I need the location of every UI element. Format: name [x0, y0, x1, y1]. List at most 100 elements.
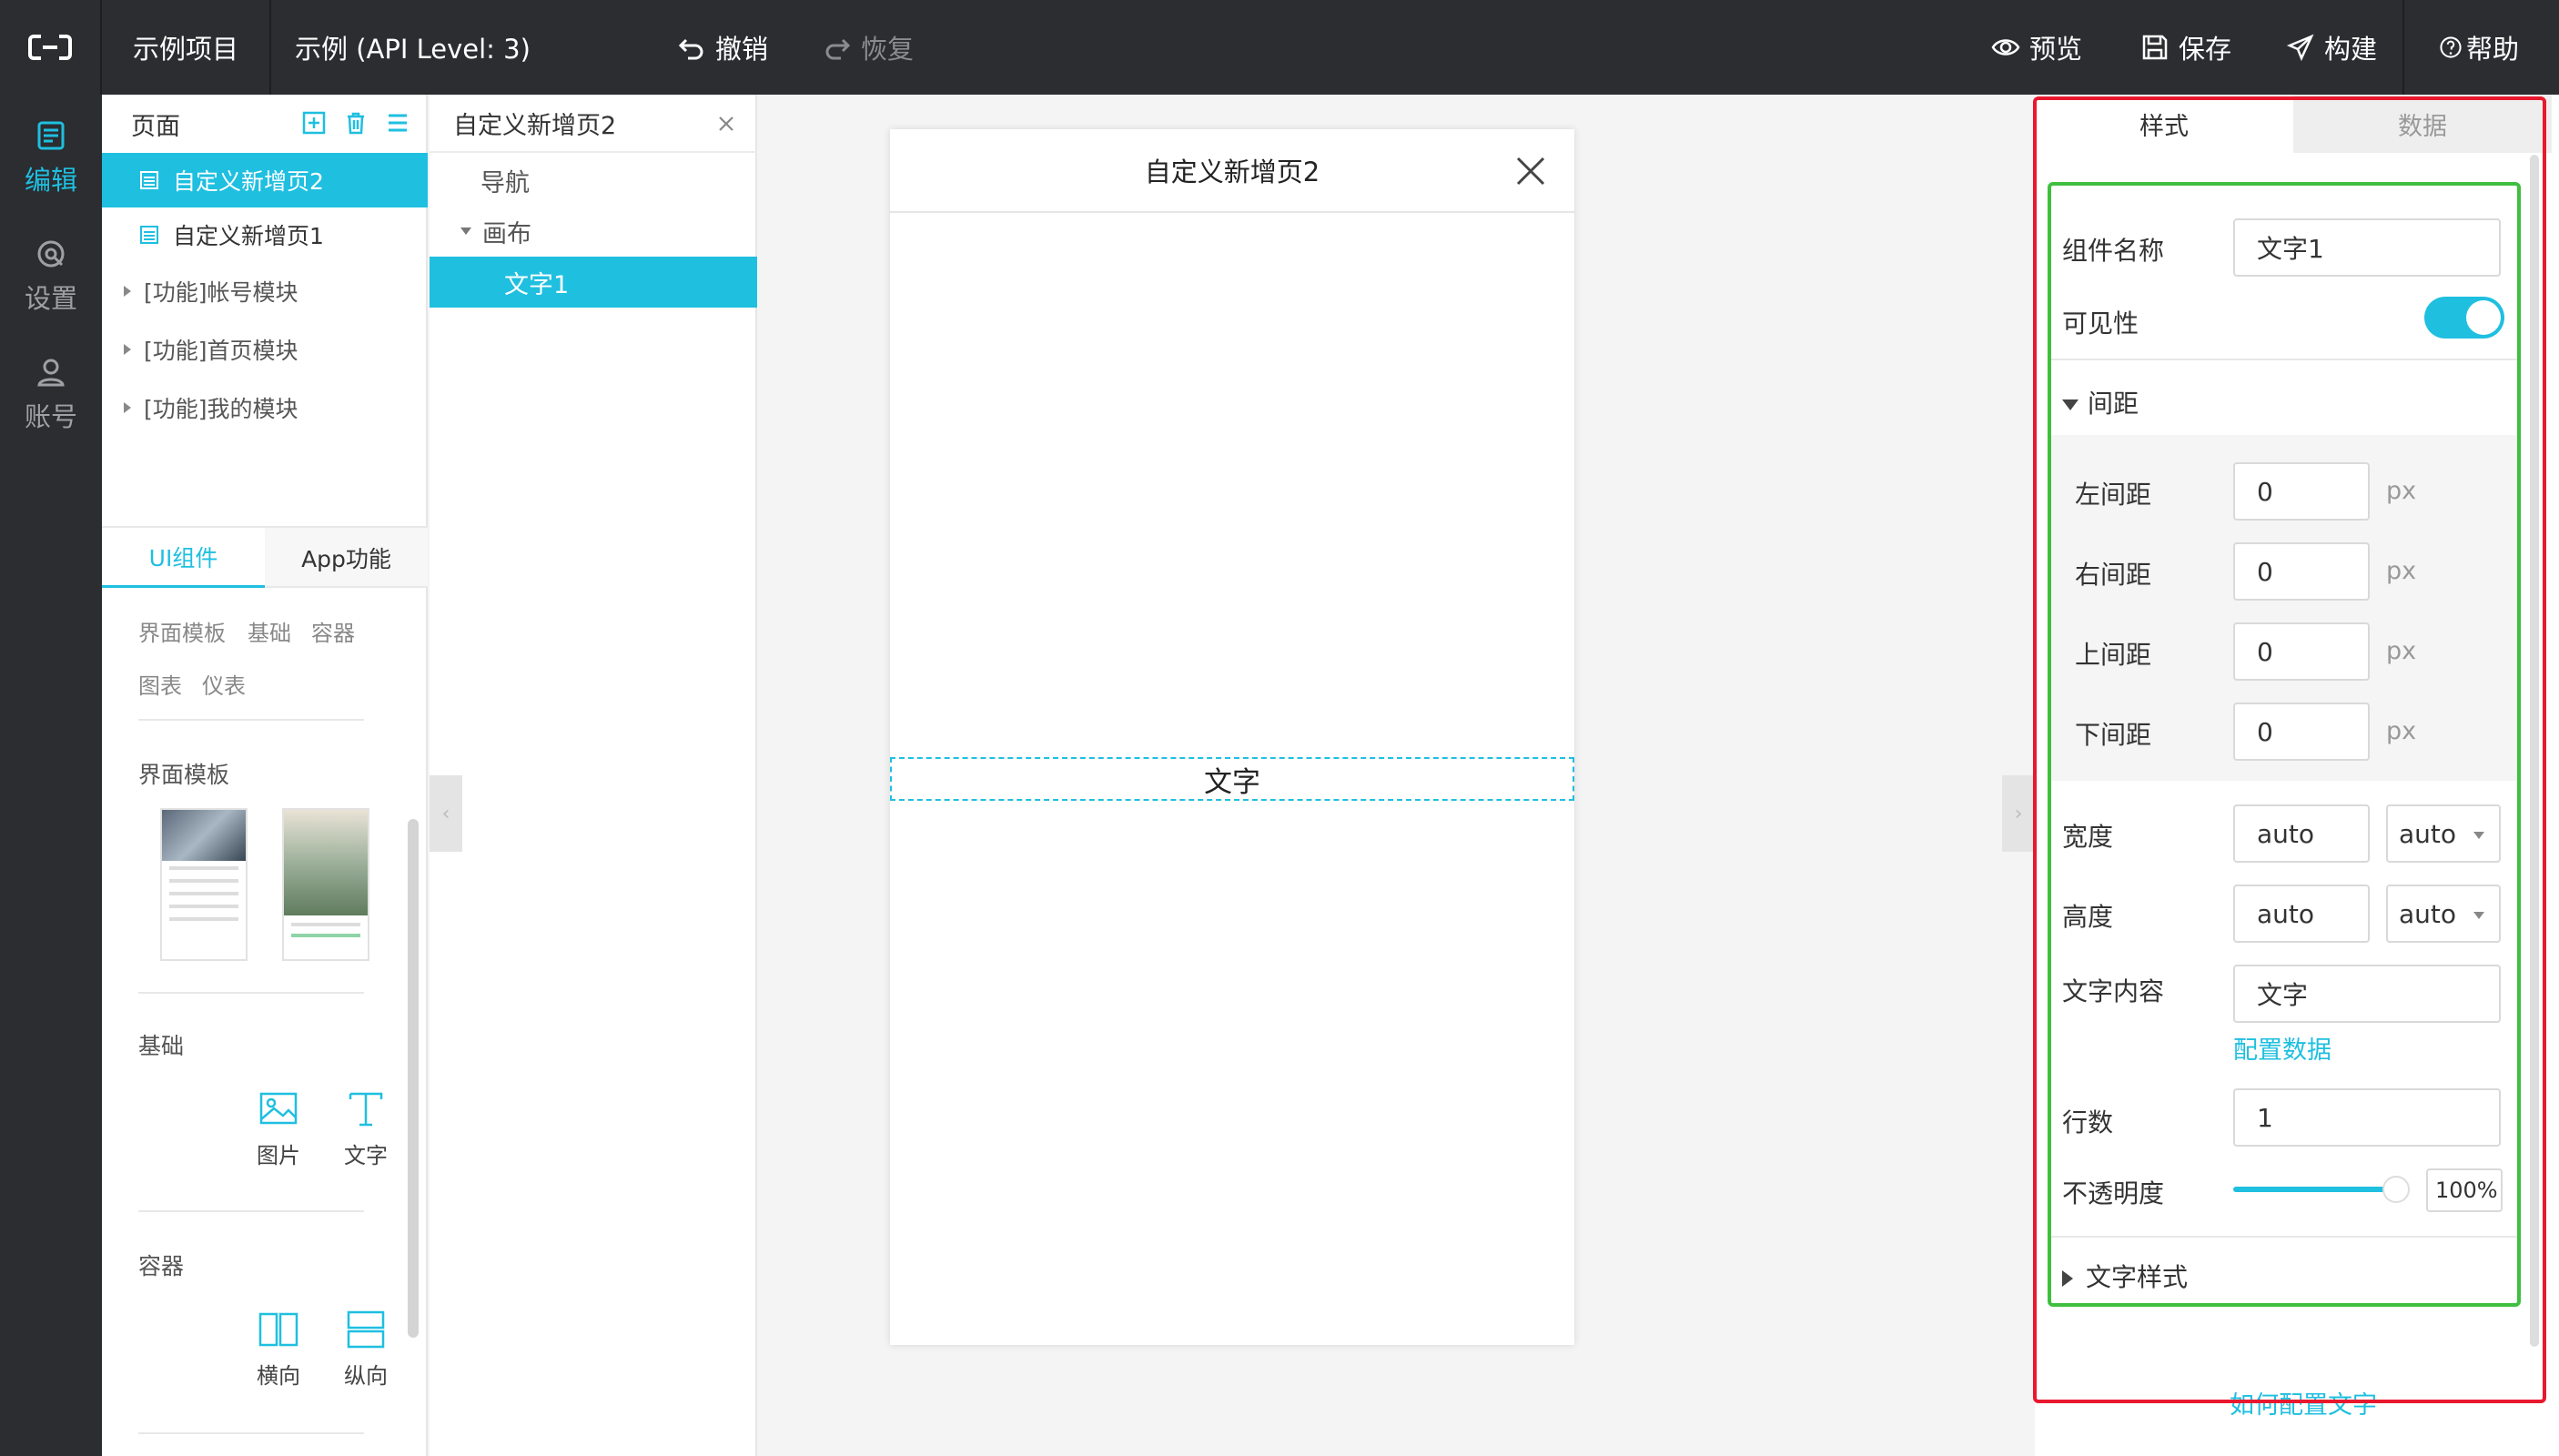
tool-label: 横向 — [257, 1363, 300, 1389]
outline-header: 自定义新增页2 — [430, 95, 757, 153]
rail-label-edit: 编辑 — [24, 165, 77, 196]
template-line — [169, 892, 238, 895]
rail-item-edit[interactable]: 编辑 — [0, 104, 102, 213]
template-line — [169, 879, 238, 883]
category-charts[interactable]: 图表 — [138, 668, 182, 700]
logo[interactable] — [0, 0, 102, 95]
tool-text[interactable]: 文字 — [333, 1088, 399, 1169]
category-gauges[interactable]: 仪表 — [202, 668, 246, 700]
close-icon[interactable] — [715, 113, 737, 135]
add-page-icon[interactable] — [302, 111, 326, 135]
user-icon — [37, 359, 65, 387]
redo-label: 恢复 — [861, 34, 915, 65]
pages-title: 页面 — [131, 112, 180, 141]
edit-icon — [37, 121, 65, 150]
highlight-box-green — [2048, 182, 2521, 1307]
tool-label: 图片 — [257, 1143, 300, 1168]
divider — [138, 1432, 364, 1434]
close-icon[interactable] — [1514, 155, 1547, 187]
send-icon — [2286, 34, 2314, 62]
canvas-header: 自定义新增页2 — [890, 129, 1574, 213]
expand-arrow-icon — [124, 286, 131, 297]
page-icon — [140, 171, 158, 189]
template-line — [291, 923, 360, 926]
page-item-selected[interactable]: 自定义新增页2 — [102, 153, 428, 207]
tab-app-features[interactable]: App功能 — [265, 528, 428, 588]
collapse-right-handle[interactable]: › — [2002, 775, 2035, 852]
module-item[interactable]: [功能]帐号模块 — [102, 264, 428, 318]
template-line — [169, 905, 238, 908]
component-tabs: UI组件 App功能 — [102, 526, 428, 588]
api-level: 示例 (API Level: 3) — [295, 34, 531, 65]
page-icon — [140, 226, 158, 244]
rail-item-account[interactable]: 账号 — [0, 340, 102, 450]
tab-ui-components[interactable]: UI组件 — [102, 528, 265, 588]
page-item[interactable]: 自定义新增页1 — [102, 207, 428, 262]
help-icon — [2440, 36, 2462, 58]
top-separator — [2402, 0, 2404, 95]
rail-label-account: 账号 — [24, 401, 77, 432]
category-templates[interactable]: 界面模板 — [138, 615, 226, 647]
collapse-left-handle[interactable]: ‹ — [430, 775, 462, 852]
template-line — [169, 866, 238, 870]
tool-image[interactable]: 图片 — [246, 1088, 311, 1169]
outline-title: 自定义新增页2 — [453, 111, 617, 140]
delete-page-icon[interactable] — [344, 111, 368, 135]
redo-button[interactable]: 恢复 — [823, 0, 914, 95]
vertical-layout-icon — [347, 1310, 385, 1349]
logo-icon — [28, 35, 72, 60]
category-container[interactable]: 容器 — [311, 615, 355, 647]
tool-label: 纵向 — [344, 1363, 388, 1389]
undo-icon — [678, 38, 703, 60]
section-container: 容器 — [138, 1253, 185, 1279]
template-thumbnail-2[interactable] — [282, 808, 369, 961]
top-bar: 示例项目 示例 (API Level: 3) 撤销 恢复 预览 保存 构建 帮助 — [0, 0, 2559, 95]
canvas-text-component[interactable]: 文字 — [890, 757, 1574, 801]
build-button[interactable]: 构建 — [2286, 0, 2377, 95]
text-icon — [349, 1092, 383, 1127]
tool-label: 文字 — [344, 1143, 388, 1168]
module-label: [功能]帐号模块 — [144, 279, 298, 306]
help-button[interactable]: 帮助 — [2439, 0, 2519, 95]
module-item[interactable]: [功能]首页模块 — [102, 322, 428, 377]
expand-arrow-icon — [124, 402, 131, 413]
undo-button[interactable]: 撤销 — [677, 0, 768, 95]
tool-horizontal[interactable]: 横向 — [246, 1309, 311, 1390]
section-templates: 界面模板 — [138, 762, 230, 788]
page-label: 自定义新增页1 — [173, 223, 324, 249]
tree-item-canvas[interactable]: 画布 — [430, 206, 757, 257]
template-line — [291, 934, 360, 937]
left-rail: 编辑 设置 账号 — [0, 95, 102, 1456]
redo-icon — [825, 38, 851, 60]
pages-header: 页面 — [102, 95, 428, 153]
template-image — [162, 810, 246, 861]
collapse-arrow-icon — [460, 228, 471, 235]
category-basic[interactable]: 基础 — [248, 615, 291, 647]
divider — [138, 1210, 364, 1212]
tree-item-text-selected[interactable]: 文字1 — [430, 257, 757, 308]
preview-label: 预览 — [2029, 34, 2083, 65]
app-root: 示例项目 示例 (API Level: 3) 撤销 恢复 预览 保存 构建 帮助 — [0, 0, 2559, 1456]
tree-item-nav[interactable]: 导航 — [430, 155, 757, 206]
settings-icon — [37, 240, 65, 268]
rail-label-settings: 设置 — [24, 283, 77, 314]
template-thumbnail-1[interactable] — [160, 808, 248, 961]
rail-item-settings[interactable]: 设置 — [0, 222, 102, 331]
project-name[interactable]: 示例项目 — [102, 0, 272, 95]
build-label: 构建 — [2324, 34, 2378, 65]
menu-icon[interactable] — [386, 111, 410, 135]
horizontal-layout-icon — [258, 1312, 298, 1347]
save-button[interactable]: 保存 — [2140, 0, 2231, 95]
outline-panel: 自定义新增页2 导航 画布 文字1 — [430, 95, 757, 1456]
section-basic: 基础 — [138, 1033, 185, 1059]
module-item[interactable]: [功能]我的模块 — [102, 380, 428, 435]
tool-vertical[interactable]: 纵向 — [333, 1309, 399, 1390]
preview-button[interactable]: 预览 — [1991, 0, 2082, 95]
module-label: [功能]首页模块 — [144, 338, 298, 364]
tree-label: 画布 — [482, 219, 531, 248]
pages-panel: 页面 自定义新增页2 自定义新增页1 [功能]帐号模块 [功能]首页模块 [功能… — [102, 95, 475, 1456]
help-label: 帮助 — [2466, 34, 2520, 65]
template-image — [284, 810, 368, 915]
eye-icon — [1991, 39, 2020, 56]
components-scrollbar[interactable] — [408, 819, 419, 1338]
